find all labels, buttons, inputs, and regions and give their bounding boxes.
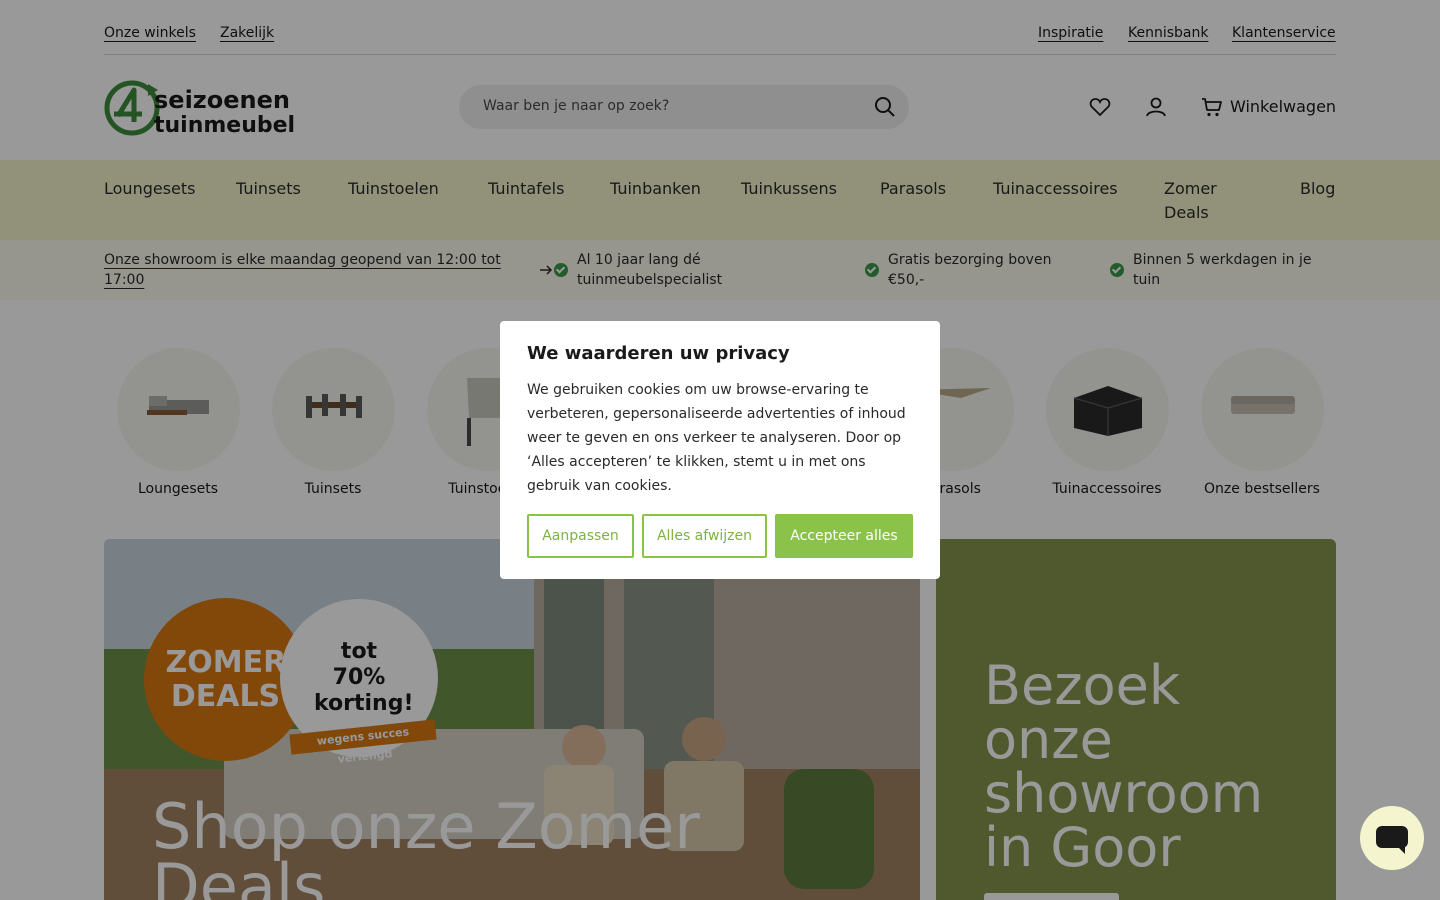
- cookie-consent-dialog: We waarderen uw privacy We gebruiken coo…: [500, 321, 940, 579]
- accept-all-button[interactable]: Accepteer alles: [775, 514, 913, 558]
- chat-widget-button[interactable]: [1360, 806, 1424, 870]
- chat-icon: [1376, 826, 1408, 854]
- customize-button[interactable]: Aanpassen: [527, 514, 634, 558]
- cookie-body: We gebruiken cookies om uw browse-ervari…: [527, 382, 906, 494]
- reject-all-button[interactable]: Alles afwijzen: [642, 514, 767, 558]
- cookie-title: We waarderen uw privacy: [527, 343, 790, 364]
